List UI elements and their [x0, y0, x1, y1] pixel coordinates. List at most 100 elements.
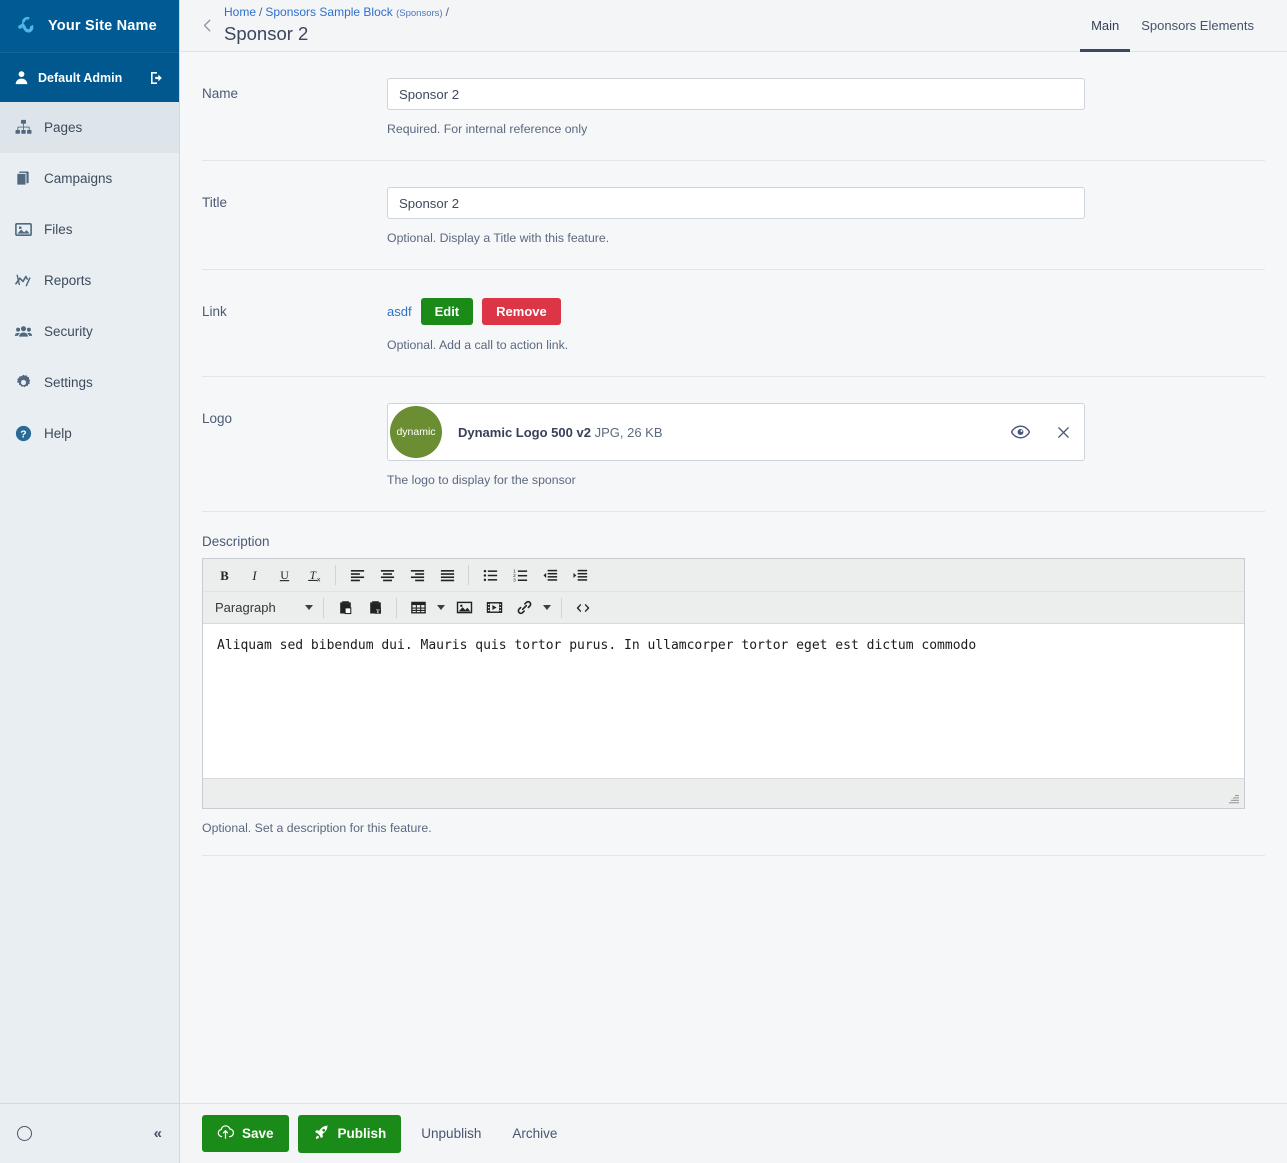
app-root: Your Site Name Default Admin [0, 0, 1287, 1163]
align-right-icon[interactable] [402, 562, 432, 588]
table-icon[interactable] [403, 595, 433, 621]
tab-main[interactable]: Main [1080, 1, 1130, 52]
sidebar-item-pages[interactable]: Pages [0, 102, 179, 153]
paste-as-text-icon[interactable]: T [360, 595, 390, 621]
sidebar-nav: Pages Campaigns [0, 102, 179, 1103]
insert-image-icon[interactable] [449, 595, 479, 621]
align-left-icon[interactable] [342, 562, 372, 588]
unpublish-button[interactable]: Unpublish [410, 1117, 492, 1150]
main-panel: Home/Sponsors Sample Block (Sponsors)/ S… [180, 0, 1287, 1163]
sidebar-item-label: Reports [44, 273, 91, 288]
editor-toolbar: B I U Tx [203, 559, 1244, 624]
chevron-down-icon [543, 605, 551, 610]
sidebar-item-label: Pages [44, 120, 82, 135]
editor-toolbar-row-2: Paragraph T [203, 591, 1244, 623]
sidebar-item-reports[interactable]: Reports [0, 255, 179, 306]
insert-media-icon[interactable] [479, 595, 509, 621]
rocket-icon [313, 1124, 330, 1144]
sidebar-item-help[interactable]: ? Help [0, 408, 179, 459]
align-center-icon[interactable] [372, 562, 402, 588]
svg-text:?: ? [20, 429, 26, 440]
brand-header[interactable]: Your Site Name [0, 0, 179, 52]
page-title: Sponsor 2 [224, 22, 1080, 46]
bullet-list-icon[interactable] [475, 562, 505, 588]
publish-button-label: Publish [338, 1126, 387, 1141]
sidebar-item-campaigns[interactable]: Campaigns [0, 153, 179, 204]
close-icon[interactable] [1056, 425, 1071, 440]
link-remove-button[interactable]: Remove [482, 298, 561, 325]
field-logo-label: Logo [202, 403, 387, 426]
link-url[interactable]: asdf [387, 304, 412, 319]
users-icon [14, 322, 33, 341]
bold-icon[interactable]: B [209, 562, 239, 588]
toolbar-separator [323, 598, 324, 618]
campaigns-icon [14, 169, 33, 188]
insert-link-icon[interactable] [509, 595, 539, 621]
sidebar-item-settings[interactable]: Settings [0, 357, 179, 408]
tab-sponsors-elements[interactable]: Sponsors Elements [1130, 1, 1265, 52]
circle-icon[interactable] [17, 1126, 32, 1141]
paste-icon[interactable] [330, 595, 360, 621]
source-code-icon[interactable] [568, 595, 598, 621]
eye-icon[interactable] [1011, 425, 1030, 439]
toolbar-separator [561, 598, 562, 618]
user-row[interactable]: Default Admin [0, 52, 179, 102]
resize-grip-icon[interactable] [1227, 792, 1241, 806]
editor-content[interactable]: Aliquam sed bibendum dui. Mauris quis to… [203, 624, 1244, 778]
sidebar: Your Site Name Default Admin [0, 0, 180, 1163]
italic-icon[interactable]: I [239, 562, 269, 588]
chevron-left-icon[interactable] [194, 0, 220, 51]
field-link: Link asdf Edit Remove Optional. Add a ca… [202, 270, 1265, 377]
link-edit-button[interactable]: Edit [421, 298, 474, 325]
breadcrumb-home[interactable]: Home [224, 5, 256, 19]
name-input[interactable] [387, 78, 1085, 110]
title-input[interactable] [387, 187, 1085, 219]
silverstripe-logo-icon [14, 14, 38, 38]
align-justify-icon[interactable] [432, 562, 462, 588]
editor-status-bar [203, 778, 1244, 808]
field-title: Title Optional. Display a Title with thi… [202, 161, 1265, 270]
field-link-label: Link [202, 296, 387, 319]
numbered-list-icon[interactable]: 123 [505, 562, 535, 588]
action-bar: Save Publish Unpublish Archive [180, 1103, 1287, 1163]
underline-icon[interactable]: U [269, 562, 299, 588]
sidebar-item-label: Settings [44, 375, 93, 390]
toolbar-separator [396, 598, 397, 618]
logo-file-info: JPG, 26 KB [595, 425, 663, 440]
editor-toolbar-row-1: B I U Tx [203, 559, 1244, 591]
save-button[interactable]: Save [202, 1115, 289, 1152]
sidebar-item-files[interactable]: Files [0, 204, 179, 255]
svg-text:x: x [317, 576, 321, 583]
sidebar-collapse-button[interactable]: « [154, 1126, 162, 1141]
field-name: Name Required. For internal reference on… [202, 52, 1265, 161]
logo-file-actions [1011, 425, 1071, 440]
rich-text-editor: B I U Tx [202, 558, 1245, 809]
field-name-help: Required. For internal reference only [387, 122, 1265, 136]
logo-file-box[interactable]: dynamic Dynamic Logo 500 v2 JPG, 26 KB [387, 403, 1085, 461]
save-button-label: Save [242, 1126, 274, 1141]
toolbar-separator [468, 565, 469, 585]
svg-text:B: B [220, 568, 229, 582]
chart-line-icon [14, 271, 33, 290]
outdent-icon[interactable] [535, 562, 565, 588]
breadcrumb-parent-suffix: (Sponsors) [396, 8, 442, 19]
indent-icon[interactable] [565, 562, 595, 588]
logout-icon[interactable] [149, 70, 165, 86]
link-dropdown-caret[interactable] [539, 595, 555, 621]
field-title-help: Optional. Display a Title with this feat… [387, 231, 1265, 245]
breadcrumb-parent[interactable]: Sponsors Sample Block [265, 5, 392, 19]
top-tabs: Main Sponsors Elements [1080, 0, 1265, 51]
field-link-help: Optional. Add a call to action link. [387, 338, 1265, 352]
logo-thumbnail: dynamic [390, 406, 442, 458]
table-dropdown-caret[interactable] [433, 595, 449, 621]
publish-button[interactable]: Publish [298, 1115, 402, 1153]
archive-button[interactable]: Archive [501, 1117, 568, 1150]
remove-format-icon[interactable]: Tx [299, 562, 329, 588]
format-select[interactable]: Paragraph [209, 595, 317, 621]
svg-text:3: 3 [513, 577, 516, 583]
field-logo: Logo dynamic Dynamic Logo 500 v2 JPG, 26… [202, 377, 1265, 512]
logo-file-meta: Dynamic Logo 500 v2 JPG, 26 KB [444, 425, 1011, 440]
user-name: Default Admin [38, 71, 140, 85]
sidebar-item-security[interactable]: Security [0, 306, 179, 357]
form-scroll-area: Name Required. For internal reference on… [180, 52, 1287, 1103]
